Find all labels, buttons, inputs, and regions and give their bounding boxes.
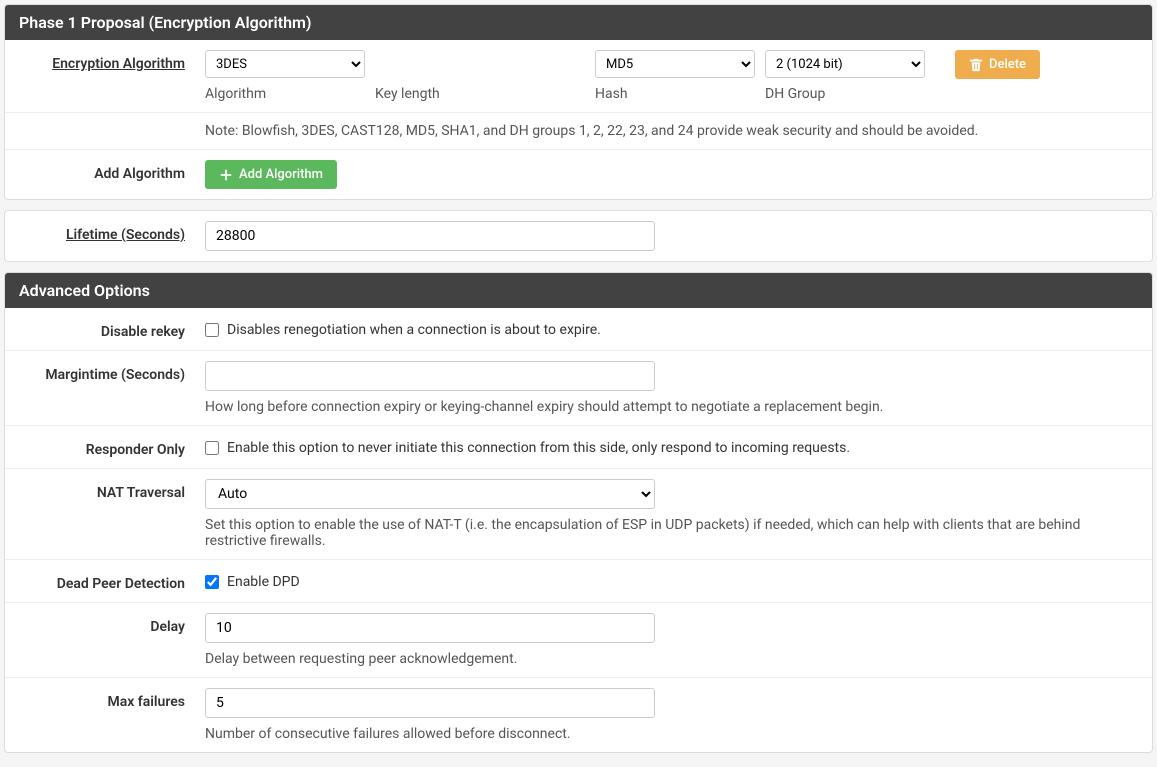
disable-rekey-text: Disables renegotiation when a connection… bbox=[227, 322, 601, 338]
add-algorithm-button[interactable]: Add Algorithm bbox=[205, 160, 337, 189]
responder-text: Enable this option to never initiate thi… bbox=[227, 440, 850, 456]
maxfail-input[interactable] bbox=[205, 688, 655, 718]
phase1-title: Phase 1 Proposal (Encryption Algorithm) bbox=[5, 5, 1152, 40]
row-dpd: Dead Peer Detection Enable DPD bbox=[5, 560, 1152, 603]
row-disable-rekey: Disable rekey Disables renegotiation whe… bbox=[5, 308, 1152, 351]
advanced-panel: Advanced Options Disable rekey Disables … bbox=[4, 272, 1153, 753]
row-add-algorithm: Add Algorithm Add Algorithm bbox=[5, 150, 1152, 199]
lifetime-panel: Lifetime (Seconds) bbox=[4, 210, 1153, 262]
row-nat: NAT Traversal Auto Set this option to en… bbox=[5, 469, 1152, 560]
dpd-text: Enable DPD bbox=[227, 574, 300, 590]
security-note: Note: Blowfish, 3DES, CAST128, MD5, SHA1… bbox=[205, 123, 1136, 139]
disable-rekey-checkbox[interactable] bbox=[205, 323, 219, 337]
row-delay: Delay Delay between requesting peer ackn… bbox=[5, 603, 1152, 678]
trash-icon bbox=[969, 58, 983, 72]
row-margintime: Margintime (Seconds) How long before con… bbox=[5, 351, 1152, 426]
label-encryption-algorithm: Encryption Algorithm bbox=[5, 50, 205, 72]
label-responder: Responder Only bbox=[5, 436, 205, 458]
margintime-help: How long before connection expiry or key… bbox=[205, 399, 1136, 415]
responder-checkbox[interactable] bbox=[205, 441, 219, 455]
label-margintime: Margintime (Seconds) bbox=[5, 361, 205, 383]
dpd-checkbox[interactable] bbox=[205, 575, 219, 589]
phase1-panel: Phase 1 Proposal (Encryption Algorithm) … bbox=[4, 4, 1153, 200]
delay-input[interactable] bbox=[205, 613, 655, 643]
keylength-sublabel: Key length bbox=[375, 86, 585, 102]
row-responder: Responder Only Enable this option to nev… bbox=[5, 426, 1152, 469]
advanced-title: Advanced Options bbox=[5, 273, 1152, 308]
hash-select[interactable]: MD5 bbox=[595, 50, 755, 78]
nat-select[interactable]: Auto bbox=[205, 479, 655, 509]
lifetime-input[interactable] bbox=[205, 221, 655, 251]
delay-help: Delay between requesting peer acknowledg… bbox=[205, 651, 1136, 667]
row-note: Note: Blowfish, 3DES, CAST128, MD5, SHA1… bbox=[5, 113, 1152, 150]
label-nat: NAT Traversal bbox=[5, 479, 205, 501]
label-lifetime: Lifetime (Seconds) bbox=[5, 221, 205, 243]
nat-help: Set this option to enable the use of NAT… bbox=[205, 517, 1136, 549]
label-disable-rekey: Disable rekey bbox=[5, 318, 205, 340]
row-lifetime: Lifetime (Seconds) bbox=[5, 211, 1152, 261]
algorithm-select[interactable]: 3DES bbox=[205, 50, 365, 78]
maxfail-help: Number of consecutive failures allowed b… bbox=[205, 726, 1136, 742]
algorithm-sublabel: Algorithm bbox=[205, 86, 365, 102]
label-dpd: Dead Peer Detection bbox=[5, 570, 205, 592]
label-maxfail: Max failures bbox=[5, 688, 205, 710]
dhgroup-select[interactable]: 2 (1024 bit) bbox=[765, 50, 925, 78]
label-add-algorithm: Add Algorithm bbox=[5, 160, 205, 182]
hash-sublabel: Hash bbox=[595, 86, 755, 102]
label-delay: Delay bbox=[5, 613, 205, 635]
margintime-input[interactable] bbox=[205, 361, 655, 391]
delete-button[interactable]: Delete bbox=[955, 50, 1040, 79]
plus-icon bbox=[219, 168, 233, 182]
row-encryption-algorithm: Encryption Algorithm 3DES Algorithm Key … bbox=[5, 40, 1152, 113]
dhgroup-sublabel: DH Group bbox=[765, 86, 925, 102]
row-maxfail: Max failures Number of consecutive failu… bbox=[5, 678, 1152, 752]
